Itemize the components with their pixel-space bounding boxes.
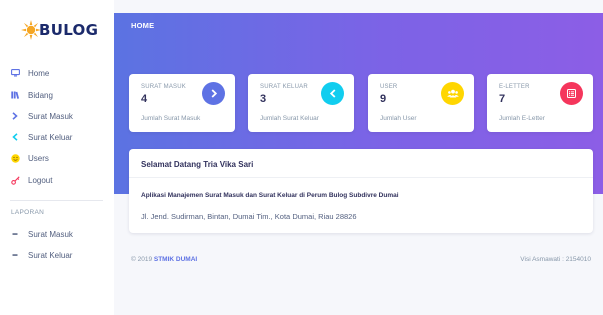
sidebar-divider <box>10 200 103 201</box>
sidebar-item-laporan-surat-masuk[interactable]: Surat Masuk <box>0 225 114 243</box>
sidebar-item-bidang[interactable]: Bidang <box>0 86 114 104</box>
card-subtitle: Jumlah Surat Masuk <box>141 115 201 122</box>
card-title: SURAT KELUAR <box>260 84 308 90</box>
card-icon-badge <box>560 82 583 105</box>
dashboard-page: BULOG Home Bidang Surat Masuk Surat Kelu… <box>0 0 603 315</box>
sidebar-item-surat-keluar[interactable]: Surat Keluar <box>0 128 114 146</box>
sidebar-item-label: Home <box>28 68 50 78</box>
card-subtitle: Jumlah User <box>380 115 417 122</box>
card-title: E-LETTER <box>499 84 530 90</box>
stat-card-e-letter[interactable]: E-LETTER 7 Jumlah E-Letter <box>487 74 593 132</box>
card-value: 9 <box>380 93 387 105</box>
smile-icon <box>10 153 20 163</box>
stat-card-user[interactable]: USER 9 Jumlah User <box>368 74 474 132</box>
sidebar-item-surat-masuk[interactable]: Surat Masuk <box>0 107 114 125</box>
card-value: 4 <box>141 93 148 105</box>
sidebar-item-label: Surat Keluar <box>28 132 73 142</box>
dash-icon <box>10 229 20 239</box>
welcome-title: Selamat Datang Tria Vika Sari <box>141 160 254 169</box>
sidebar-section-label: LAPORAN <box>11 209 45 216</box>
footer-copyright: © 2019 STMIK DUMAI <box>131 256 197 263</box>
chevron-left-icon <box>10 132 20 142</box>
sidebar-item-laporan-surat-keluar[interactable]: Surat Keluar <box>0 246 114 264</box>
key-icon <box>10 175 20 185</box>
footer-link-stmik[interactable]: STMIK DUMAI <box>154 256 197 263</box>
chevron-right-icon <box>210 85 218 103</box>
sidebar-item-label: Users <box>28 153 49 163</box>
chevron-left-icon <box>329 85 337 103</box>
welcome-app-name: Aplikasi Manajemen Surat Masuk dan Surat… <box>141 192 399 199</box>
brand-logo-text: BULOG <box>39 21 99 39</box>
card-subtitle: Jumlah Surat Keluar <box>260 115 319 122</box>
sidebar-item-home[interactable]: Home <box>0 64 114 82</box>
chevron-right-icon <box>10 111 20 121</box>
card-value: 7 <box>499 93 506 105</box>
sidebar-item-logout[interactable]: Logout <box>0 171 114 189</box>
sidebar-item-label: Surat Keluar <box>28 250 73 260</box>
footer-author: Visi Asmawati : 2154010 <box>520 256 591 263</box>
sun-logo-icon <box>20 19 42 41</box>
list-icon <box>567 85 576 103</box>
breadcrumb[interactable]: HOME <box>131 21 154 30</box>
welcome-card: Selamat Datang Tria Vika Sari Aplikasi M… <box>129 149 593 233</box>
sidebar-item-label: Bidang <box>28 90 53 100</box>
books-icon <box>10 90 20 100</box>
card-subtitle: Jumlah E-Letter <box>499 115 545 122</box>
welcome-divider <box>129 177 593 178</box>
card-value: 3 <box>260 93 267 105</box>
sidebar-item-label: Logout <box>28 175 53 185</box>
card-icon-badge <box>441 82 464 105</box>
footer-copyright-text: © 2019 <box>131 256 153 263</box>
sidebar-item-label: Surat Masuk <box>28 229 73 239</box>
sidebar: BULOG Home Bidang Surat Masuk Surat Kelu… <box>0 0 114 315</box>
brand-logo[interactable]: BULOG <box>20 17 100 43</box>
stat-card-surat-keluar[interactable]: SURAT KELUAR 3 Jumlah Surat Keluar <box>248 74 354 132</box>
card-icon-badge <box>202 82 225 105</box>
monitor-icon <box>10 68 20 78</box>
card-icon-badge <box>321 82 344 105</box>
users-icon <box>446 85 459 103</box>
welcome-address: Jl. Jend. Sudirman, Bintan, Dumai Tim., … <box>141 212 357 221</box>
dash-icon <box>10 250 20 260</box>
sidebar-item-users[interactable]: Users <box>0 149 114 167</box>
card-title: SURAT MASUK <box>141 84 186 90</box>
sidebar-item-label: Surat Masuk <box>28 111 73 121</box>
card-title: USER <box>380 84 398 90</box>
stat-card-surat-masuk[interactable]: SURAT MASUK 4 Jumlah Surat Masuk <box>129 74 235 132</box>
